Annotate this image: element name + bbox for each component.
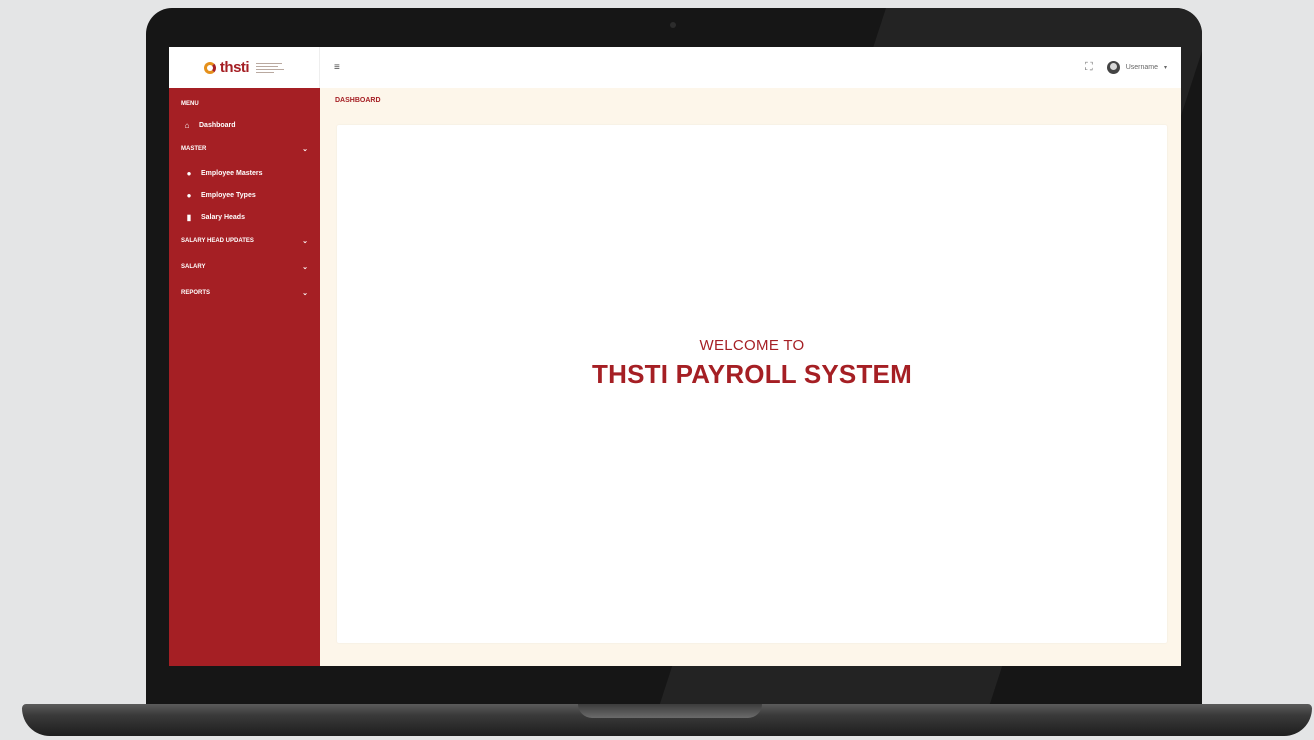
chevron-down-icon: ▾ [1163,65,1167,71]
topbar-actions: ⛶ Username ▾ [1085,61,1167,74]
welcome-banner: WELCOME TO THSTI PAYROLL SYSTEM [337,337,1167,390]
sidebar-item-label: Employee Masters [201,169,263,177]
sidebar-item-dashboard[interactable]: ⌂ Dashboard [169,114,320,136]
page-title: DASHBOARD [335,97,381,104]
laptop-lid: thsti MENU ⌂ Dashboard MASTER ⌄ ● Employ… [146,8,1202,708]
sidebar: thsti MENU ⌂ Dashboard MASTER ⌄ ● Employ… [169,47,320,666]
sidebar-item-label: Dashboard [199,121,236,129]
logo-text: thsti [219,59,250,76]
sidebar-group-label: SALARY HEAD UPDATES [181,238,254,244]
fullscreen-icon[interactable]: ⛶ [1085,61,1093,74]
sidebar-group-label: MASTER [181,146,207,152]
welcome-title: THSTI PAYROLL SYSTEM [592,359,912,389]
sidebar-item-employee-types[interactable]: ● Employee Types [169,184,320,206]
sidebar-item-employee-masters[interactable]: ● Employee Masters [169,162,320,184]
home-icon: ⌂ [184,120,190,130]
topbar: ≡ ⛶ Username ▾ [320,47,1181,88]
sidebar-group-salary-head-updates[interactable]: SALARY HEAD UPDATES ⌄ [169,228,320,254]
sidebar-group-label: SALARY [181,264,206,270]
camera-icon [670,22,676,28]
username: Username [1125,64,1158,71]
logo-mark-icon [203,61,216,74]
chevron-down-icon: ⌄ [302,264,308,271]
user-icon: ● [186,190,192,200]
app-screen: thsti MENU ⌂ Dashboard MASTER ⌄ ● Employ… [169,47,1181,666]
sidebar-group-label: REPORTS [181,290,211,296]
logo[interactable]: thsti [169,47,320,88]
document-icon: ▮ [186,212,192,222]
menu-title: MENU [181,101,199,107]
sidebar-group-salary[interactable]: SALARY ⌄ [169,254,320,280]
logo-tagline [256,62,285,73]
sidebar-item-label: Salary Heads [201,213,245,221]
user-menu[interactable]: Username ▾ [1106,61,1167,74]
chevron-down-icon: ⌄ [302,238,308,245]
sidebar-item-salary-heads[interactable]: ▮ Salary Heads [169,206,320,228]
chevron-down-icon: ⌄ [302,290,308,297]
menu-icon[interactable]: ≡ [334,62,340,73]
laptop-notch [578,704,762,718]
user-icon: ● [186,168,192,178]
welcome-card: WELCOME TO THSTI PAYROLL SYSTEM [337,125,1167,643]
welcome-line: WELCOME TO [699,337,805,354]
chevron-down-icon: ⌄ [302,146,308,153]
avatar [1106,61,1120,74]
sidebar-item-label: Employee Types [201,191,256,199]
sidebar-group-master[interactable]: MASTER ⌄ [169,136,320,162]
sidebar-group-reports[interactable]: REPORTS ⌄ [169,280,320,306]
